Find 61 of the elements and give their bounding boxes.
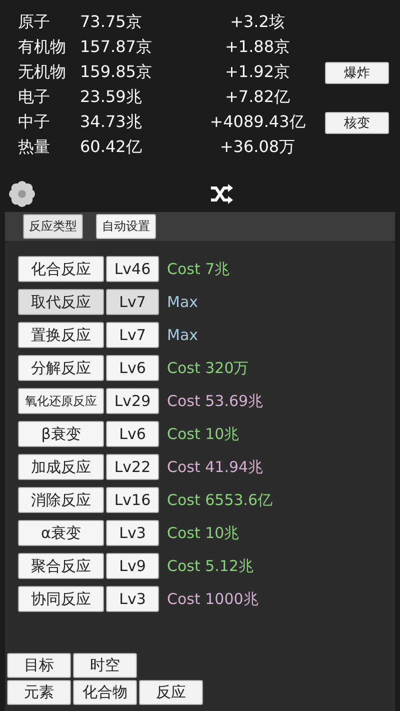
resource-amount: 73.75京 [80, 12, 143, 33]
cost-label: Cost 6553.6亿 [167, 490, 273, 510]
reaction-button[interactable]: β衰变 [18, 421, 104, 447]
tab[interactable]: 自动设置 [96, 214, 156, 239]
resource-name: 中子 [18, 112, 51, 133]
max-label: Max [167, 293, 198, 311]
cost-label: Cost 5.12兆 [167, 556, 254, 576]
level-button[interactable]: Lv3 [106, 520, 159, 546]
reaction-button[interactable]: α衰变 [18, 520, 104, 546]
resource-name: 无机物 [18, 62, 67, 83]
level-button[interactable]: Lv3 [106, 586, 159, 612]
resource-amount: 34.73兆 [80, 112, 143, 133]
resource-rate: +4089.43亿 [208, 112, 306, 133]
reaction-button[interactable]: 分解反应 [18, 355, 104, 381]
resource-name: 有机物 [18, 37, 67, 58]
resource-rate: +3.2垓 [229, 12, 286, 33]
nav-button[interactable]: 时空 [73, 653, 137, 678]
resource-rate: +1.92京 [224, 62, 292, 83]
reaction-button[interactable]: 氧化还原反应 [18, 388, 104, 414]
reaction-button[interactable]: 加成反应 [18, 454, 104, 480]
tab[interactable]: 反应类型 [23, 214, 83, 239]
resource-name: 电子 [18, 87, 51, 108]
cost-label: Cost 320万 [167, 358, 249, 378]
cost-label: Cost 10兆 [167, 424, 240, 444]
nav-button[interactable]: 元素 [7, 680, 71, 705]
cost-label: Cost 7兆 [167, 260, 230, 278]
resource-name: 热量 [18, 137, 51, 158]
level-button[interactable]: Lv7 [106, 322, 159, 348]
reaction-button[interactable]: 协同反应 [18, 586, 104, 612]
level-button[interactable]: Lv29 [106, 388, 159, 414]
cost-label: Cost 53.69兆 [167, 392, 264, 410]
reaction-button[interactable]: 消除反应 [18, 487, 104, 513]
reaction-button[interactable]: 取代反应 [18, 289, 104, 315]
reaction-button[interactable]: 聚合反应 [18, 553, 104, 579]
reaction-button[interactable]: 置换反应 [18, 322, 104, 348]
nav-button[interactable]: 化合物 [73, 680, 137, 705]
level-button[interactable]: Lv22 [106, 454, 159, 480]
level-button[interactable]: Lv9 [106, 553, 159, 579]
level-button[interactable]: Lv7 [106, 289, 159, 315]
resource-amount: 157.87京 [80, 37, 153, 58]
resource-rate: +36.08万 [218, 137, 296, 158]
level-button[interactable]: Lv6 [106, 421, 159, 447]
max-label: Max [167, 326, 198, 344]
level-button[interactable]: Lv46 [106, 256, 159, 282]
resource-rate: +1.88京 [224, 37, 292, 58]
nav-button[interactable]: 目标 [7, 653, 71, 678]
shuffle-icon[interactable] [210, 184, 234, 204]
cost-label: Cost 10兆 [167, 524, 240, 542]
action-button[interactable]: 爆炸 [325, 62, 389, 84]
action-button[interactable]: 核变 [325, 112, 389, 134]
level-button[interactable]: Lv16 [106, 487, 159, 513]
reaction-button[interactable]: 化合反应 [18, 256, 104, 282]
level-button[interactable]: Lv6 [106, 355, 159, 381]
cost-label: Cost 41.94兆 [167, 458, 264, 476]
resource-amount: 60.42亿 [80, 137, 143, 158]
cost-label: Cost 1000兆 [167, 590, 258, 608]
resource-rate: +7.82亿 [224, 87, 292, 108]
resource-name: 原子 [18, 12, 51, 33]
resource-amount: 23.59兆 [80, 87, 143, 108]
nav-button[interactable]: 反应 [139, 680, 203, 705]
resource-amount: 159.85京 [80, 62, 153, 83]
